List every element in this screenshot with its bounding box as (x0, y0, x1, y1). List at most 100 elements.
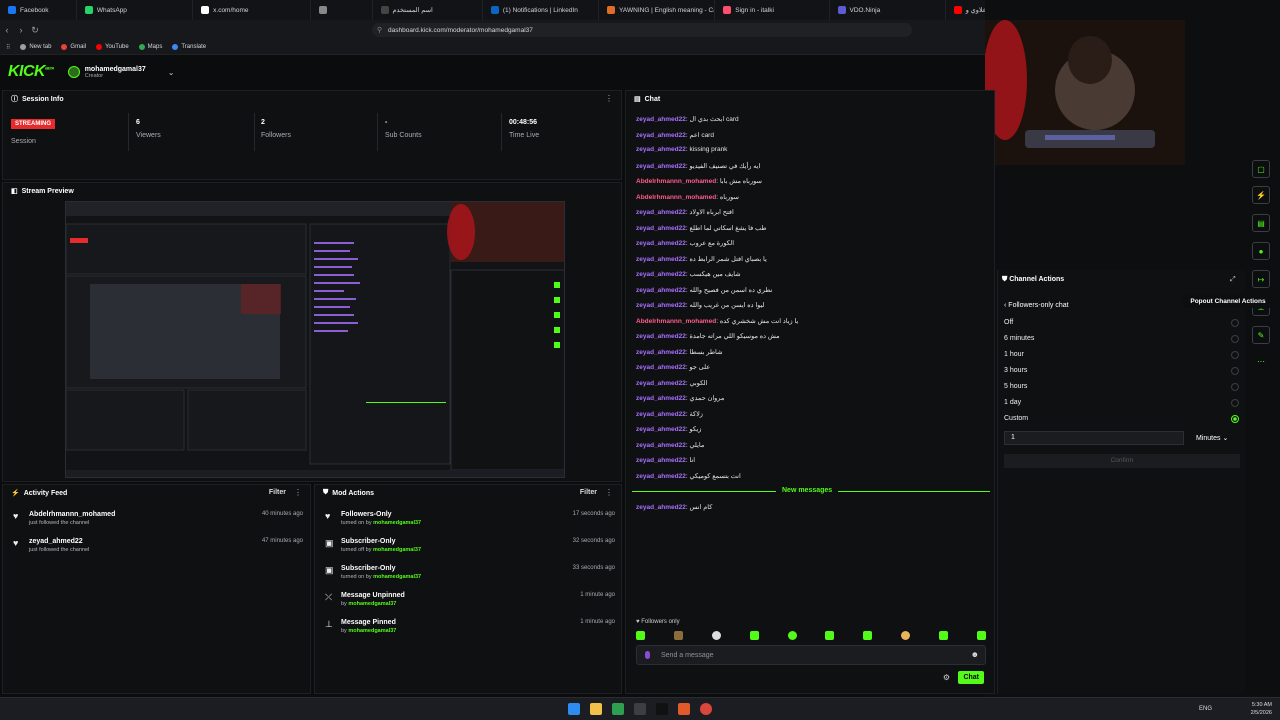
chat-username[interactable]: zeyad_ahmed22 (636, 287, 686, 294)
avatar[interactable] (67, 66, 80, 78)
duration-option-label[interactable]: 5 hours (1004, 383, 1027, 390)
browser-tab[interactable] (311, 0, 373, 20)
chat-username[interactable]: Abdelrhmannn_mohamed (636, 178, 716, 185)
chat-username[interactable]: zeyad_ahmed22 (636, 240, 686, 247)
popout-icon[interactable]: ⤢ (1230, 276, 1236, 284)
emote-icon[interactable] (939, 631, 948, 640)
chat-username[interactable]: zeyad_ahmed22 (636, 457, 686, 464)
send-chat-button[interactable]: Chat (958, 671, 984, 684)
browser-tab[interactable]: Sign in - italki (715, 0, 830, 20)
chat-username[interactable]: zeyad_ahmed22 (636, 225, 686, 232)
mod-username[interactable]: mohamedgamal37 (373, 520, 421, 526)
custom-duration-field[interactable]: 1 (1004, 431, 1184, 445)
emote-icon[interactable] (673, 631, 683, 640)
chat-username[interactable]: zeyad_ahmed22 (636, 442, 686, 449)
duration-radio[interactable] (1231, 351, 1239, 359)
chat-username[interactable]: Abdelrhmannn_mohamed (636, 318, 716, 325)
chat-username[interactable]: Abdelrhmannn_mohamed (636, 194, 716, 201)
chat-username[interactable]: zeyad_ahmed22 (636, 132, 686, 139)
duration-option-label[interactable]: 3 hours (1004, 367, 1027, 374)
gear-icon[interactable]: ⚙ (943, 673, 950, 682)
emote-icon[interactable] (787, 631, 797, 640)
browser-tab[interactable]: اسم المستخدم (373, 0, 483, 20)
chat-username[interactable]: zeyad_ahmed22 (636, 116, 686, 123)
brave-icon[interactable] (678, 703, 690, 715)
kick-logo[interactable]: KICKBETA (8, 63, 54, 81)
emote-icon[interactable] (711, 631, 721, 640)
apps-grid-icon[interactable]: ⠿ (6, 44, 10, 51)
more-options-icon[interactable]: ⋮ (294, 488, 302, 497)
mod-username[interactable]: mohamedgamal37 (373, 574, 421, 580)
mod-username[interactable]: mohamedgamal37 (348, 628, 396, 634)
duration-option-label[interactable]: 6 minutes (1004, 335, 1034, 342)
chat-username[interactable]: zeyad_ahmed22 (636, 146, 686, 153)
reload-icon[interactable]: ↻ (28, 25, 42, 36)
action-icon[interactable]: ▢ (1252, 160, 1270, 178)
start-icon[interactable] (568, 703, 580, 715)
store-icon[interactable] (634, 703, 646, 715)
emoji-icon[interactable]: ☻ (971, 650, 979, 659)
channel-switcher[interactable]: mohamedgamal37 Creator (85, 66, 146, 79)
clip-icon[interactable]: ▤ (1252, 214, 1270, 232)
stream-preview-video[interactable] (65, 201, 565, 478)
mod-username[interactable]: mohamedgamal37 (348, 601, 396, 607)
chat-username[interactable]: zeyad_ahmed22 (636, 380, 686, 387)
wrench-icon[interactable]: ✎ (1252, 326, 1270, 344)
bookmark-item[interactable]: New tab (20, 44, 51, 50)
chat-input[interactable]: Send a message ☻ (636, 645, 986, 665)
chat-username[interactable]: zeyad_ahmed22 (636, 209, 686, 216)
system-clock[interactable]: 5:30 AM 2/5/2026 (1251, 701, 1272, 717)
emote-icon[interactable] (901, 631, 911, 640)
duration-option-label[interactable]: 1 day (1004, 399, 1021, 406)
chat-username[interactable]: zeyad_ahmed22 (636, 504, 686, 511)
site-info-icon[interactable]: ⚲ (377, 26, 382, 34)
bookmark-item[interactable]: YouTube (96, 44, 129, 50)
more-options-icon[interactable]: ⋮ (605, 488, 613, 497)
browser-tab[interactable]: Facebook (0, 0, 77, 20)
emote-icon[interactable] (976, 631, 986, 640)
duration-option-label[interactable]: Off (1004, 319, 1013, 326)
chat-username[interactable]: zeyad_ahmed22 (636, 163, 686, 170)
browser-tab[interactable]: (1) Notifications | LinkedIn (483, 0, 600, 20)
chat-username[interactable]: zeyad_ahmed22 (636, 256, 686, 263)
chat-username[interactable]: zeyad_ahmed22 (636, 473, 686, 480)
mod-username[interactable]: mohamedgamal37 (373, 547, 421, 553)
browser-tab[interactable]: YAWNING | English meaning - Cam (599, 0, 716, 20)
duration-radio[interactable] (1231, 415, 1239, 423)
chat-username[interactable]: zeyad_ahmed22 (636, 271, 686, 278)
duration-radio[interactable] (1231, 367, 1239, 375)
bolt-icon[interactable]: ⚡ (1252, 186, 1270, 204)
emote-icon[interactable] (863, 631, 873, 640)
duration-radio[interactable] (1231, 319, 1239, 327)
chat-username[interactable]: zeyad_ahmed22 (636, 333, 686, 340)
chat-bubble-icon[interactable]: ● (1252, 242, 1270, 260)
more-options-icon[interactable]: ⋮ (605, 94, 613, 103)
new-messages-label[interactable]: New messages (776, 487, 839, 494)
emote-icon[interactable] (636, 631, 645, 640)
followers-only-back-button[interactable]: ‹ Followers-only chat (1004, 302, 1069, 309)
emote-icon[interactable] (825, 631, 835, 640)
duration-radio[interactable] (1231, 399, 1239, 407)
bookmark-item[interactable]: Maps (138, 44, 162, 50)
duration-radio[interactable] (1231, 335, 1239, 343)
browser-tab[interactable]: x.com/home (193, 0, 312, 20)
chat-username[interactable]: zeyad_ahmed22 (636, 395, 686, 402)
duration-radio[interactable] (1231, 383, 1239, 391)
browser-tab[interactable]: WhatsApp (77, 0, 194, 20)
filter-button[interactable]: Filter (269, 489, 286, 496)
chat-username[interactable]: zeyad_ahmed22 (636, 411, 686, 418)
share-icon[interactable]: ⋯ (1252, 352, 1270, 370)
filter-button[interactable]: Filter (580, 489, 597, 496)
emote-icon[interactable] (749, 631, 759, 640)
mic-icon[interactable] (645, 651, 650, 659)
chrome-icon[interactable] (700, 703, 712, 715)
language-indicator[interactable]: ENG (1199, 706, 1212, 712)
confirm-button[interactable]: Confirm (1004, 454, 1240, 468)
bookmark-item[interactable]: Translate (172, 44, 206, 50)
chat-username[interactable]: zeyad_ahmed22 (636, 349, 686, 356)
file-explorer-icon[interactable] (590, 703, 602, 715)
chat-username[interactable]: zeyad_ahmed22 (636, 364, 686, 371)
tiktok-icon[interactable] (656, 703, 668, 715)
duration-option-label[interactable]: 1 hour (1004, 351, 1024, 358)
chat-username[interactable]: zeyad_ahmed22 (636, 302, 686, 309)
